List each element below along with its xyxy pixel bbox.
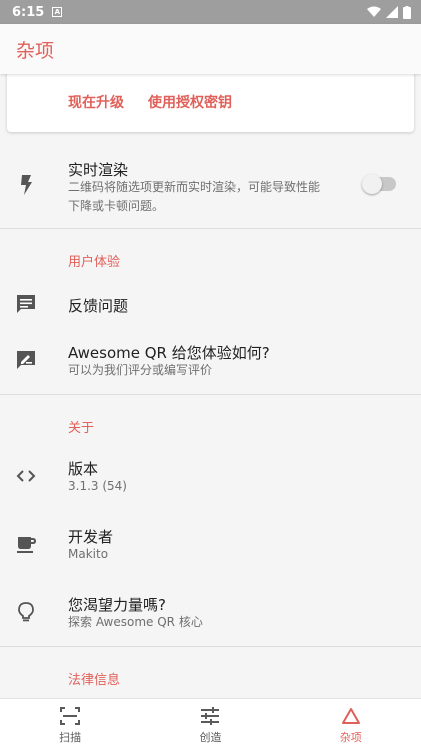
- settings-list[interactable]: 现在升级 使用授权密钥 实时渲染 二维码将随选项更新而实时渲染，可能导致性能 下…: [0, 74, 421, 698]
- app-bar: 杂项: [0, 24, 421, 74]
- power-row[interactable]: 您渴望力量嗎? 探索 Awesome QR 核心: [0, 582, 421, 642]
- status-bar: 6:15 A: [0, 0, 421, 24]
- upgrade-now-button[interactable]: 现在升级: [68, 92, 124, 112]
- rate-review-icon: [16, 350, 36, 370]
- nav-item-scan[interactable]: 扫描: [0, 699, 140, 750]
- nav-label-misc: 杂项: [339, 730, 362, 744]
- code-icon: [16, 466, 36, 486]
- bottom-navigation: 扫描 创造 杂项: [0, 698, 421, 750]
- wifi-icon: [367, 6, 381, 17]
- coffee-icon: [16, 534, 36, 554]
- version-row[interactable]: 版本 3.1.3 (54): [0, 446, 421, 506]
- nav-label-create: 创造: [199, 730, 222, 744]
- nav-item-create[interactable]: 创造: [140, 699, 280, 750]
- use-license-key-button[interactable]: 使用授权密钥: [148, 92, 232, 112]
- nav-label-scan: 扫描: [59, 730, 82, 744]
- signal-icon: [386, 6, 398, 18]
- divider: [0, 394, 421, 395]
- rate-title: Awesome QR 给您体验如何?: [68, 344, 270, 362]
- version-value: 3.1.3 (54): [68, 479, 127, 493]
- lightbulb-icon: [16, 602, 36, 622]
- realtime-render-subtitle-2: 下降或卡顿问题。: [68, 199, 165, 213]
- version-title: 版本: [68, 460, 99, 478]
- rate-subtitle: 可以为我们评分或编写评价: [68, 363, 213, 377]
- tune-icon: [199, 705, 221, 727]
- feedback-icon: [16, 294, 36, 314]
- developer-title: 开发者: [68, 528, 114, 546]
- feedback-title: 反馈问题: [68, 297, 129, 315]
- upgrade-card: 现在升级 使用授权密钥: [7, 74, 414, 132]
- triangle-icon: [340, 705, 362, 727]
- divider: [0, 646, 421, 647]
- section-header-about: 关于: [68, 421, 95, 436]
- power-subtitle: 探索 Awesome QR 核心: [68, 615, 203, 629]
- developer-row[interactable]: 开发者 Makito: [0, 514, 421, 574]
- nav-item-misc[interactable]: 杂项: [281, 699, 421, 750]
- rate-row[interactable]: Awesome QR 给您体验如何? 可以为我们评分或编写评价: [0, 332, 421, 392]
- flash-icon: [16, 175, 36, 195]
- feedback-row[interactable]: 反馈问题: [0, 279, 421, 329]
- developer-name: Makito: [68, 547, 109, 561]
- card-actions: 现在升级 使用授权密钥: [68, 92, 232, 112]
- status-right: [367, 5, 411, 19]
- section-header-legal: 法律信息: [68, 673, 121, 688]
- status-time: 6:15: [12, 4, 45, 20]
- power-title: 您渴望力量嗎?: [68, 596, 166, 614]
- divider: [0, 228, 421, 229]
- realtime-render-title: 实时渲染: [68, 161, 129, 179]
- realtime-render-row[interactable]: 实时渲染 二维码将随选项更新而实时渲染，可能导致性能 下降或卡顿问题。: [0, 150, 421, 228]
- scan-icon: [59, 705, 81, 727]
- section-header-ux: 用户体验: [68, 255, 121, 270]
- notification-icon: A: [52, 7, 63, 17]
- toggle-knob: [362, 174, 382, 194]
- realtime-render-subtitle-1: 二维码将随选项更新而实时渲染，可能导致性能: [68, 180, 321, 194]
- realtime-render-toggle[interactable]: [362, 174, 396, 194]
- battery-icon: [403, 5, 411, 19]
- page-title: 杂项: [16, 39, 55, 62]
